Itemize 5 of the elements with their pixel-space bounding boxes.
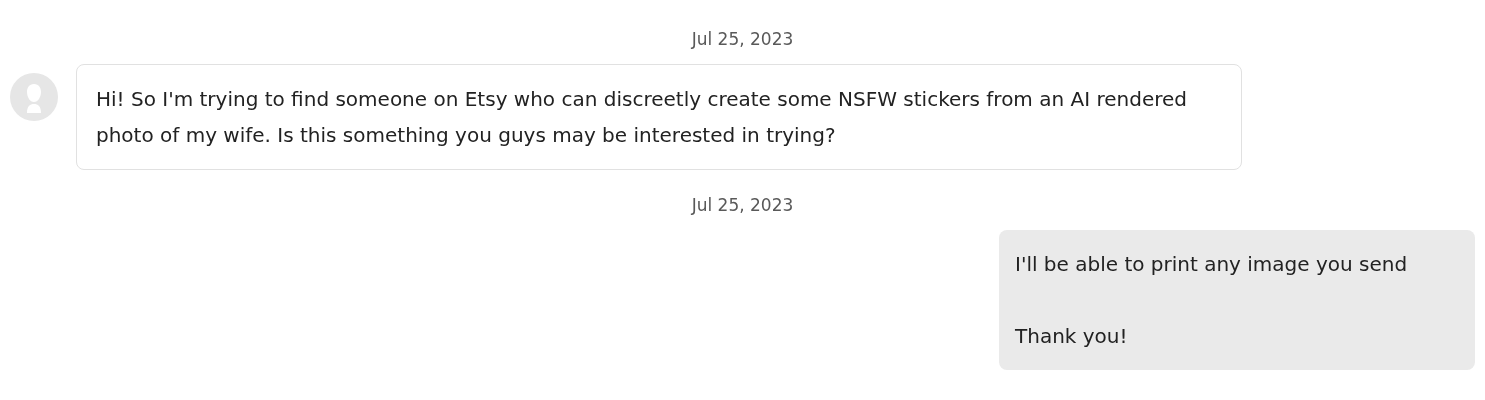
- message-date: Jul 25, 2023: [691, 28, 794, 51]
- message-bubble: I'll be able to print any image you send Thank you!: [999, 230, 1475, 370]
- message-date: Jul 25, 2023: [691, 194, 794, 217]
- avatar-icon: [10, 73, 58, 121]
- message-bubble: Hi! So I'm trying to find someone on Etsy who can discreetly create some NSFW stickers from an AI rendered photo of my wife. Is this something you guys may be interested in trying?: [76, 64, 1242, 170]
